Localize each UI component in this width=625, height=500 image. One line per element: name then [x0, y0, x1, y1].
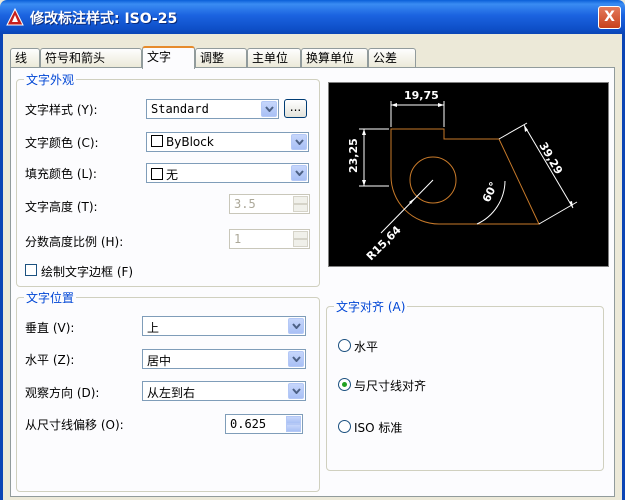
offset-spinner[interactable]: 0.625 [225, 414, 303, 434]
align-iso-radio[interactable] [338, 420, 351, 433]
text-style-select[interactable]: Standard [146, 99, 279, 119]
vertical-select[interactable]: 上 [142, 316, 306, 336]
chevron-down-icon[interactable] [291, 134, 307, 150]
vertical-value: 上 [147, 321, 160, 335]
color-swatch-icon [151, 168, 163, 180]
tab-fit[interactable]: 调整 [195, 48, 247, 67]
tab-tolerances[interactable]: 公差 [368, 48, 416, 67]
dim-right-label: 39,29 [536, 140, 565, 177]
horizontal-value: 居中 [147, 354, 172, 368]
draw-frame-label: 绘制文字边框 (F) [41, 265, 134, 279]
align-with-dimline-label: 与尺寸线对齐 [354, 379, 427, 393]
text-appearance-title: 文字外观 [24, 71, 77, 88]
preview-drawing: 19,75 23,25 39,29 60° R15,64 [347, 89, 578, 263]
tab-lines[interactable]: 线 [10, 48, 40, 67]
autocad-app-icon [6, 8, 24, 26]
tab-symbols-arrows[interactable]: 符号和箭头 [40, 48, 142, 67]
dim-left-label: 23,25 [347, 138, 360, 173]
align-with-dimline-radio[interactable] [338, 378, 351, 391]
fill-color-value: 无 [151, 166, 178, 183]
chevron-down-icon[interactable] [288, 351, 304, 367]
color-swatch-icon [151, 135, 163, 147]
text-height-label: 文字高度 (T): [25, 200, 98, 214]
text-style-browse-button[interactable]: ... [284, 99, 307, 118]
fraction-scale-spinner: 1 [229, 229, 310, 249]
text-color-select[interactable]: ByBlock [146, 132, 309, 152]
horizontal-select[interactable]: 居中 [142, 349, 306, 369]
view-direction-label: 观察方向 (D): [25, 386, 100, 400]
chevron-down-icon[interactable] [288, 383, 304, 399]
view-direction-select[interactable]: 从左到右 [142, 381, 306, 401]
fill-color-select[interactable]: 无 [146, 163, 309, 183]
fraction-scale-label: 分数高度比例 (H): [25, 235, 124, 249]
title-bar: 修改标注样式: ISO-25 X [0, 0, 625, 34]
text-height-spinner: 3.5 [229, 194, 310, 214]
chevron-down-icon[interactable] [288, 318, 304, 334]
align-horizontal-label: 水平 [354, 340, 379, 354]
vertical-label: 垂直 (V): [25, 321, 75, 335]
text-style-label: 文字样式 (Y): [25, 103, 98, 117]
chevron-down-icon[interactable] [261, 101, 277, 117]
tab-primary-units[interactable]: 主单位 [247, 48, 301, 67]
tab-alternate-units[interactable]: 换算单位 [301, 48, 368, 67]
spinner-arrows-icon [293, 231, 308, 247]
view-direction-value: 从左到右 [147, 386, 196, 400]
text-height-value: 3.5 [234, 197, 256, 211]
spinner-arrows-icon[interactable] [286, 416, 301, 432]
text-color-label: 文字颜色 (C): [25, 136, 99, 150]
window-title: 修改标注样式: ISO-25 [30, 11, 178, 27]
dim-angle-label: 60° [480, 180, 501, 204]
align-iso-label: ISO 标准 [354, 421, 403, 435]
align-horizontal-radio[interactable] [338, 339, 351, 352]
dim-radius-label: R15,64 [364, 223, 404, 263]
text-alignment-title: 文字对齐 (A) [334, 298, 408, 315]
close-button[interactable]: X [598, 6, 621, 29]
offset-label: 从尺寸线偏移 (O): [25, 418, 124, 432]
tab-text[interactable]: 文字 [142, 46, 195, 69]
offset-value: 0.625 [230, 417, 267, 431]
dim-top-label: 19,75 [404, 89, 439, 102]
dimension-preview: 19,75 23,25 39,29 60° R15,64 [328, 82, 609, 267]
fraction-scale-value: 1 [234, 232, 242, 246]
chevron-down-icon[interactable] [291, 165, 307, 181]
fill-color-label: 填充颜色 (L): [25, 167, 97, 181]
text-placement-title: 文字位置 [24, 289, 77, 306]
draw-frame-checkbox[interactable] [25, 264, 37, 276]
text-color-value: ByBlock [151, 135, 214, 149]
horizontal-label: 水平 (Z): [25, 353, 75, 367]
spinner-arrows-icon [293, 196, 308, 212]
text-style-value: Standard [151, 102, 209, 116]
